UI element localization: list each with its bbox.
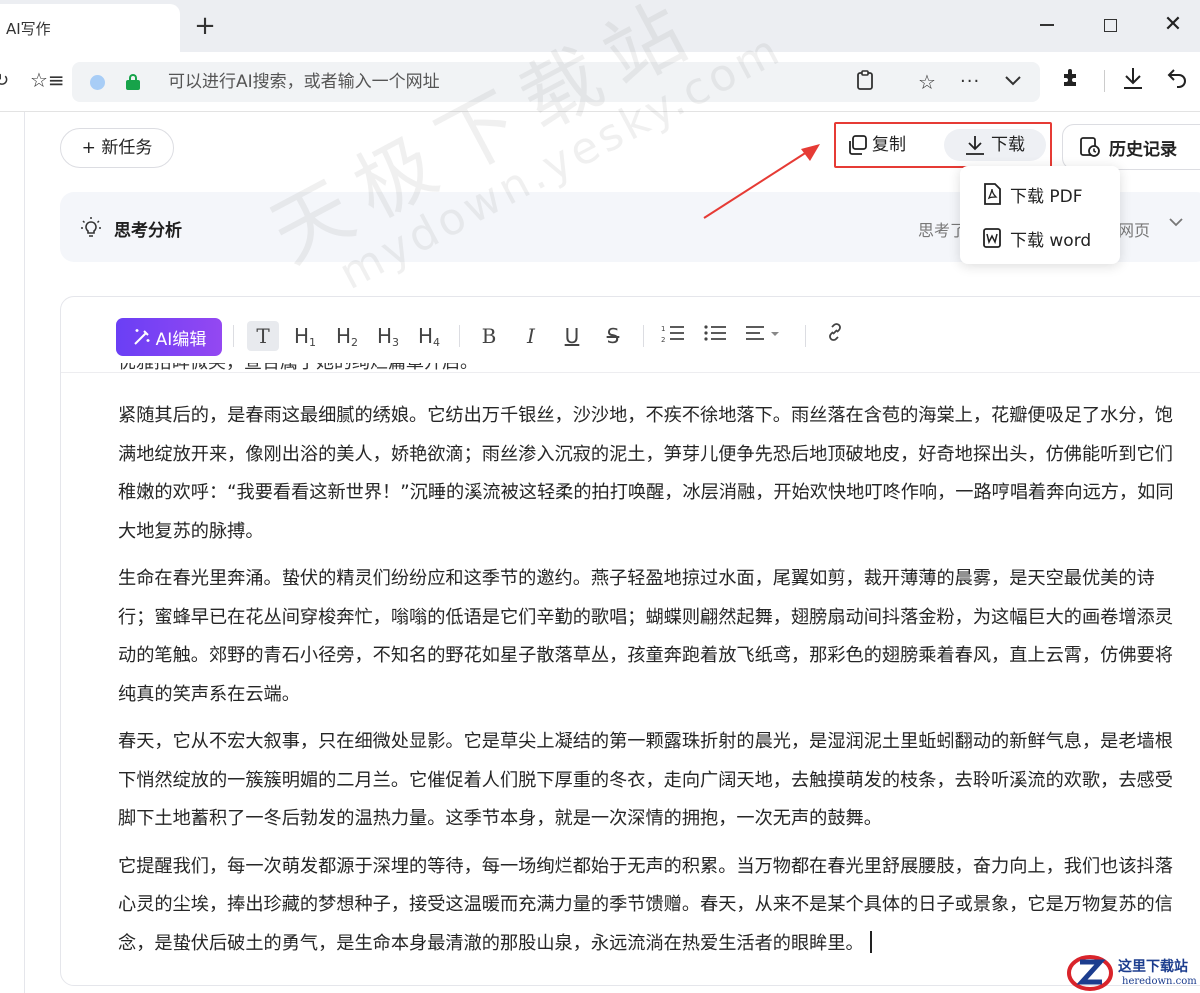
- extensions-icon[interactable]: [1060, 66, 1082, 93]
- undo-icon[interactable]: [1166, 66, 1188, 93]
- heading-3-button[interactable]: H3: [374, 321, 402, 351]
- site-logo-icon: [1067, 955, 1113, 991]
- thinking-meta-pages: 网页: [1118, 221, 1151, 240]
- ai-edit-label: AI编辑: [155, 329, 207, 350]
- left-rail: [24, 112, 25, 993]
- editor-content[interactable]: 紧随其后的，是春雨这最细腻的绣娘。它纺出万千银丝，沙沙地，不疾不徐地落下。雨丝落…: [118, 397, 1184, 972]
- paragraph: 春天，它从不宏大叙事，只在细微处显影。它是草尖上凝结的第一颗露珠折射的晨光，是湿…: [118, 731, 1173, 829]
- lightbulb-icon: [80, 216, 102, 243]
- italic-button[interactable]: I: [519, 321, 543, 351]
- site-logo: 这里下载站 heredown.com: [1066, 952, 1200, 993]
- document-editor[interactable]: AI编辑 T H1 H2 H3 H4 B I U S 12 优雅抬眸微笑，宣告属…: [60, 296, 1200, 986]
- browser-tabbar: AI写作 + ✕: [0, 0, 1200, 52]
- download-button[interactable]: 下载: [944, 129, 1046, 161]
- toolbar-separator: [1104, 70, 1105, 92]
- address-input[interactable]: [168, 70, 728, 94]
- minimize-button[interactable]: [1032, 10, 1062, 40]
- ordered-list-button[interactable]: 12: [659, 321, 687, 351]
- link-button[interactable]: [821, 321, 849, 351]
- download-word-option[interactable]: 下载 word: [982, 223, 1091, 253]
- star-icon[interactable]: ☆: [918, 70, 936, 94]
- strikethrough-button[interactable]: S: [601, 321, 625, 351]
- align-dropdown[interactable]: [743, 321, 787, 351]
- paragraph: 紧随其后的，是春雨这最细腻的绣娘。它纺出万千银丝，沙沙地，不疾不徐地落下。雨丝落…: [118, 405, 1174, 542]
- thinking-title: 思考分析: [114, 221, 182, 241]
- downloads-icon[interactable]: [1122, 66, 1144, 95]
- copy-icon: [849, 135, 867, 155]
- annotation-arrow: [703, 144, 820, 219]
- close-window-button[interactable]: ✕: [1158, 10, 1188, 40]
- heading-4-button[interactable]: H4: [415, 321, 443, 351]
- download-word-label: 下载 word: [1010, 230, 1092, 251]
- address-bar: ↻ ☆≡ ☆ ···: [0, 52, 1200, 112]
- bullet-list-button[interactable]: [701, 321, 729, 351]
- bold-button[interactable]: B: [477, 321, 501, 351]
- ai-edit-button[interactable]: AI编辑: [116, 318, 222, 356]
- clipboard-icon[interactable]: [856, 70, 874, 94]
- download-pdf-option[interactable]: 下载 PDF: [982, 179, 1083, 209]
- copy-label: 复制: [872, 135, 906, 155]
- refresh-icon[interactable]: ↻: [0, 70, 9, 91]
- browser-tab[interactable]: AI写作: [0, 4, 180, 52]
- paragraph-last: 它提醒我们，每一次萌发都源于深埋的等待，每一场绚烂都始于无声的积累。当万物都在春…: [118, 855, 1173, 954]
- chevron-down-icon[interactable]: [1004, 70, 1022, 94]
- new-task-button[interactable]: + 新任务: [60, 128, 174, 168]
- download-dropdown-menu: 下载 PDF 下载 word: [960, 166, 1120, 264]
- link-icon: [829, 323, 841, 341]
- toolbar-separator: [233, 325, 234, 347]
- tab-title: AI写作: [6, 20, 51, 38]
- heading-2-button[interactable]: H2: [333, 321, 361, 351]
- omnibox[interactable]: ☆ ···: [72, 62, 1040, 102]
- bullet-list-icon: [704, 325, 726, 341]
- align-icon: [746, 326, 779, 340]
- history-icon: [1080, 137, 1100, 157]
- heading-1-button[interactable]: H1: [291, 321, 319, 351]
- text-style-button[interactable]: T: [247, 321, 279, 351]
- lock-icon[interactable]: [126, 74, 140, 90]
- thinking-meta: 思考了: [918, 221, 967, 240]
- underline-button[interactable]: U: [560, 321, 584, 351]
- favorites-icon[interactable]: ☆≡: [30, 68, 65, 92]
- svg-text:1: 1: [661, 325, 665, 333]
- svg-text:2: 2: [661, 336, 665, 343]
- ai-search-icon[interactable]: [90, 75, 105, 90]
- maximize-icon: [1103, 18, 1117, 32]
- download-pdf-label: 下载 PDF: [1010, 186, 1083, 207]
- toolbar-separator: [459, 325, 460, 347]
- editor-toolbar: AI编辑 T H1 H2 H3 H4 B I U S 12: [61, 297, 1200, 373]
- paragraph: 生命在春光里奔涌。蛰伏的精灵们纷纷应和这季节的邀约。燕子轻盈地掠过水面，尾翼如剪…: [118, 568, 1173, 705]
- download-icon: [966, 136, 984, 155]
- maximize-button[interactable]: [1095, 10, 1125, 40]
- copy-download-group: 复制 下载: [834, 122, 1052, 168]
- more-icon[interactable]: ···: [960, 70, 980, 94]
- toolbar-separator: [805, 325, 806, 347]
- copy-button[interactable]: 复制: [846, 130, 930, 160]
- text-caret: [869, 930, 872, 953]
- clipped-text-line: 优雅抬眸微笑，宣告属于她的绚烂篇章开启。: [118, 363, 478, 377]
- word-file-icon: [983, 228, 1001, 248]
- new-tab-button[interactable]: +: [192, 12, 218, 40]
- pdf-file-icon: [984, 183, 1001, 205]
- expand-chevron-icon[interactable]: [1168, 216, 1184, 232]
- history-button[interactable]: 历史记录: [1062, 124, 1200, 170]
- ordered-list-icon: 12: [661, 325, 684, 344]
- history-label: 历史记录: [1109, 139, 1177, 160]
- magic-wand-icon: [133, 329, 150, 345]
- download-label: 下载: [991, 135, 1025, 155]
- minimize-icon: [1040, 24, 1054, 26]
- toolbar-separator: [643, 325, 644, 347]
